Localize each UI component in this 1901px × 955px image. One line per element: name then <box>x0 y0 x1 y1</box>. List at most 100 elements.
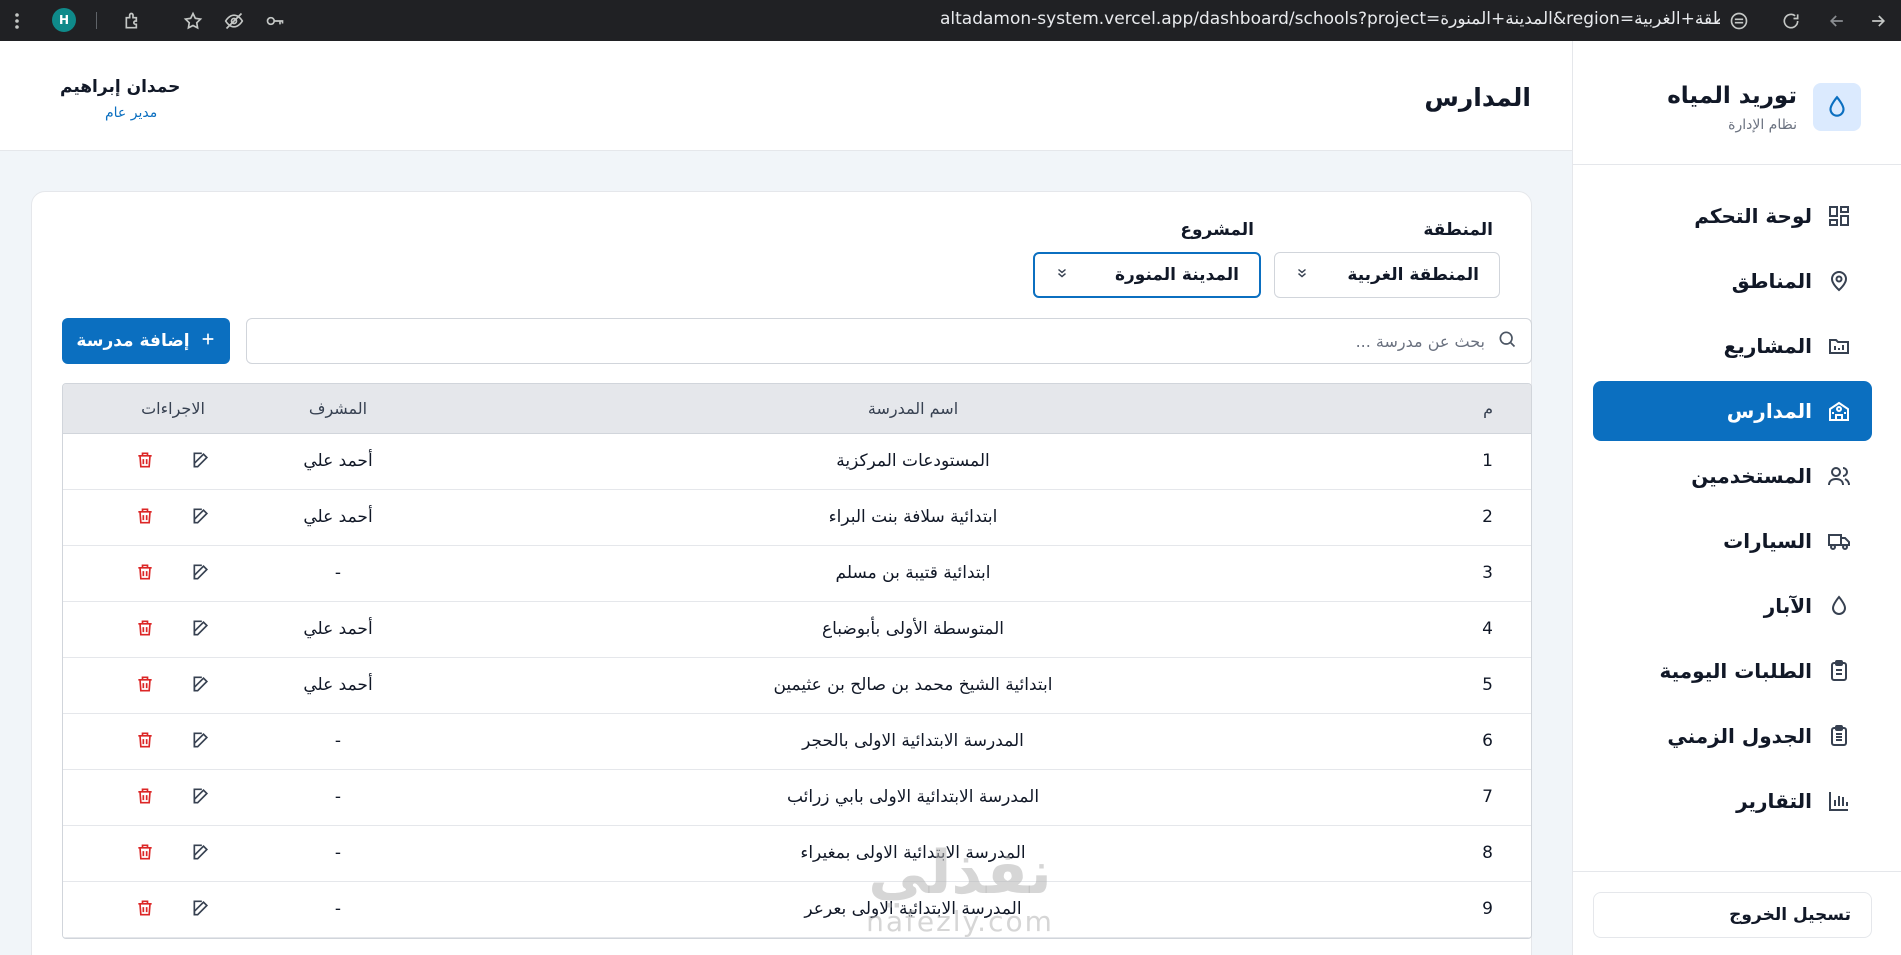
sidebar-item-schools[interactable]: المدارس <box>1593 381 1872 441</box>
trash-icon[interactable] <box>135 506 157 528</box>
edit-icon[interactable] <box>191 506 213 528</box>
table-row: 3 ابتدائية قتيبة بن مسلم - <box>63 546 1531 602</box>
sidebar-item-label: التقارير <box>1736 789 1812 813</box>
table-row: 2 ابتدائية سلافة بنت البراء أحمد علي <box>63 490 1531 546</box>
chevrons-down-icon <box>1295 266 1309 284</box>
add-school-label: إضافة مدرسة <box>76 331 190 351</box>
supervisor-name: - <box>334 563 342 583</box>
sidebar-item-regions[interactable]: المناطق <box>1593 251 1872 311</box>
trash-icon[interactable] <box>135 842 157 864</box>
school-name: ابتدائية قتيبة بن مسلم <box>835 563 991 583</box>
region-filter-label: المنطقة <box>1423 220 1493 240</box>
profile-avatar[interactable]: H <box>52 8 76 32</box>
edit-icon[interactable] <box>191 450 213 472</box>
toolbar-divider <box>96 12 97 29</box>
folder-icon <box>1826 333 1852 359</box>
schools-card: المنطقة المشروع المنطقة الغربية المدينة … <box>31 191 1532 955</box>
search-box <box>246 318 1532 364</box>
user-name: حمدان إبراهيم <box>60 77 181 97</box>
search-icon <box>1497 329 1517 353</box>
project-select[interactable]: المدينة المنورة <box>1033 252 1261 298</box>
brand-title: توريد المياه <box>1667 83 1797 109</box>
trash-icon[interactable] <box>135 450 157 472</box>
table-row: 8 المدرسة الابتدائية الاولى بمغيراء - <box>63 826 1531 882</box>
site-info-icon[interactable] <box>1726 8 1752 34</box>
supervisor-name: - <box>334 843 342 863</box>
trash-icon[interactable] <box>135 898 157 920</box>
school-icon <box>1826 398 1852 424</box>
school-name: المدرسة الابتدائية الاولى بمغيراء <box>800 843 1026 863</box>
map-pin-icon <box>1826 268 1852 294</box>
sidebar-item-wells[interactable]: الآبار <box>1593 576 1872 636</box>
school-name: ابتدائية الشيخ محمد بن صالح بن عثيمين <box>773 675 1053 695</box>
trash-icon[interactable] <box>135 674 157 696</box>
sidebar-item-label: الآبار <box>1763 594 1812 618</box>
school-name: المدرسة الابتدائية الاولى بعرعر <box>804 899 1022 919</box>
star-icon[interactable] <box>180 8 206 34</box>
page-header: المدارس حمدان إبراهيم مدير عام <box>0 41 1572 151</box>
table-row: 4 المتوسطة الأولى بأبوضباع أحمد علي <box>63 602 1531 658</box>
sidebar-item-label: الطلبات اليومية <box>1659 659 1813 683</box>
users-icon <box>1826 463 1852 489</box>
back-arrow-icon[interactable] <box>1824 8 1850 34</box>
search-input[interactable] <box>261 331 1485 351</box>
sidebar-item-schedule[interactable]: الجدول الزمني <box>1593 706 1872 766</box>
page-title: المدارس <box>1424 83 1531 112</box>
edit-icon[interactable] <box>191 562 213 584</box>
address-bar[interactable]: altadamon-system.vercel.app/dashboard/sc… <box>940 9 1720 33</box>
eye-off-icon[interactable] <box>221 8 247 34</box>
school-name: المستودعات المركزية <box>836 451 990 471</box>
sidebar-item-users[interactable]: المستخدمين <box>1593 446 1872 506</box>
forward-arrow-icon[interactable] <box>1865 8 1891 34</box>
more-vertical-icon[interactable] <box>4 8 30 34</box>
sidebar-item-daily-orders[interactable]: الطلبات اليومية <box>1593 641 1872 701</box>
truck-icon <box>1826 528 1852 554</box>
extensions-icon[interactable] <box>120 8 146 34</box>
trash-icon[interactable] <box>135 730 157 752</box>
column-header-number: م <box>1483 399 1493 418</box>
project-filter-label: المشروع <box>1180 220 1254 240</box>
add-school-button[interactable]: إضافة مدرسة <box>62 318 230 364</box>
key-icon[interactable] <box>262 8 288 34</box>
column-header-actions: الاجراءات <box>141 399 205 418</box>
logout-button[interactable]: تسجيل الخروج <box>1593 892 1872 938</box>
trash-icon[interactable] <box>135 786 157 808</box>
supervisor-name: - <box>334 731 342 751</box>
reload-icon[interactable] <box>1778 8 1804 34</box>
row-number: 2 <box>1482 507 1493 527</box>
edit-icon[interactable] <box>191 786 213 808</box>
row-number: 1 <box>1482 451 1493 471</box>
trash-icon[interactable] <box>135 562 157 584</box>
region-select[interactable]: المنطقة الغربية <box>1274 252 1500 298</box>
sidebar-item-label: لوحة التحكم <box>1694 204 1812 228</box>
droplet-icon <box>1826 593 1852 619</box>
sidebar-item-dashboard[interactable]: لوحة التحكم <box>1593 186 1872 246</box>
edit-icon[interactable] <box>191 730 213 752</box>
school-name: ابتدائية سلافة بنت البراء <box>828 507 998 527</box>
schools-table: م اسم المدرسة المشرف الاجراءات 1 المستودع… <box>62 383 1532 939</box>
row-number: 5 <box>1482 675 1493 695</box>
sidebar-footer: تسجيل الخروج <box>1572 871 1901 955</box>
row-number: 8 <box>1482 843 1493 863</box>
trash-icon[interactable] <box>135 618 157 640</box>
table-header: م اسم المدرسة المشرف الاجراءات <box>63 384 1531 434</box>
sidebar-item-label: السيارات <box>1723 529 1812 553</box>
sidebar-item-vehicles[interactable]: السيارات <box>1593 511 1872 571</box>
clipboard-icon <box>1826 658 1852 684</box>
edit-icon[interactable] <box>191 898 213 920</box>
brand-header: توريد المياه نظام الإدارة <box>1572 41 1901 165</box>
brand-subtitle: نظام الإدارة <box>1728 117 1797 133</box>
water-drop-icon <box>1813 83 1861 131</box>
table-row: 1 المستودعات المركزية أحمد علي <box>63 434 1531 490</box>
edit-icon[interactable] <box>191 618 213 640</box>
chevrons-down-icon <box>1055 266 1069 284</box>
table-row: 9 المدرسة الابتدائية الاولى بعرعر - <box>63 882 1531 938</box>
bar-chart-icon <box>1826 788 1852 814</box>
school-name: المدرسة الابتدائية الاولى بالحجر <box>802 731 1024 751</box>
plus-icon <box>200 331 216 352</box>
sidebar-item-reports[interactable]: التقارير <box>1593 771 1872 831</box>
grid-icon <box>1826 203 1852 229</box>
edit-icon[interactable] <box>191 674 213 696</box>
sidebar-item-projects[interactable]: المشاريع <box>1593 316 1872 376</box>
edit-icon[interactable] <box>191 842 213 864</box>
